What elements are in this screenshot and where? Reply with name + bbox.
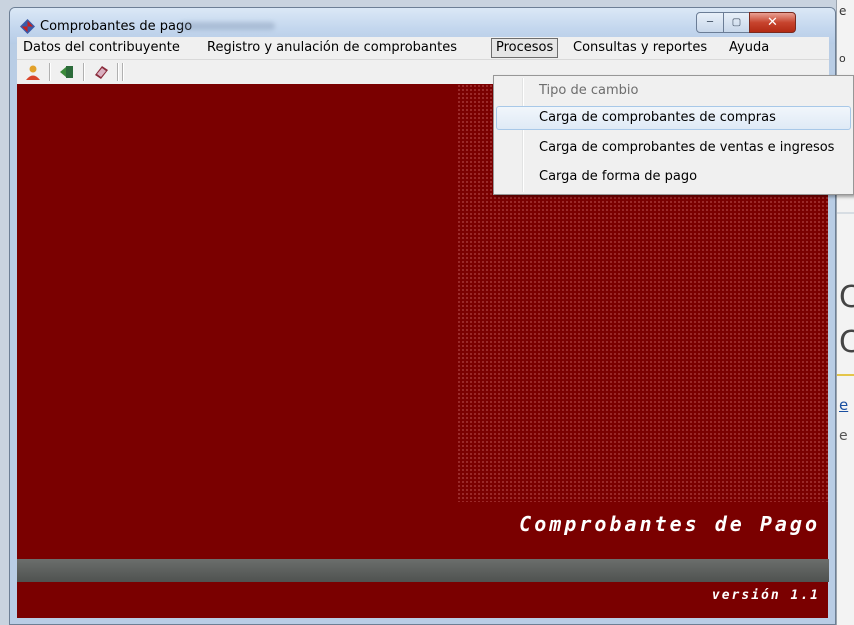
menu-item-carga-compras[interactable]: Carga de comprobantes de compras bbox=[496, 106, 851, 130]
menu-item-carga-ventas-ingresos[interactable]: Carga de comprobantes de ventas e ingres… bbox=[496, 136, 851, 160]
menu-bar: Datos del contribuyente Registro y anula… bbox=[17, 37, 829, 60]
menu-consultas-reportes[interactable]: Consultas y reportes bbox=[569, 39, 711, 57]
book-icon[interactable] bbox=[92, 63, 110, 81]
exit-icon[interactable] bbox=[58, 63, 76, 81]
close-button[interactable]: ✕ bbox=[749, 12, 796, 33]
blurred-title-suffix bbox=[180, 22, 275, 30]
menu-registro-anulacion[interactable]: Registro y anulación de comprobantes bbox=[203, 39, 461, 57]
window-title: Comprobantes de pago bbox=[40, 19, 193, 34]
maximize-icon: ▢ bbox=[731, 17, 742, 28]
menu-procesos[interactable]: Procesos bbox=[491, 38, 559, 58]
app-icon bbox=[20, 19, 35, 34]
banner-title: Comprobantes de Pago bbox=[519, 512, 820, 536]
menu-item-tipo-de-cambio[interactable]: Tipo de cambio bbox=[496, 79, 851, 103]
banner-grey-bar bbox=[17, 559, 829, 582]
menu-datos-contribuyente[interactable]: Datos del contribuyente bbox=[19, 39, 184, 57]
procesos-dropdown-menu: Tipo de cambio Carga de comprobantes de … bbox=[493, 75, 854, 195]
user-icon[interactable] bbox=[24, 63, 42, 81]
minimize-button[interactable]: ─ bbox=[696, 12, 724, 33]
close-icon: ✕ bbox=[767, 15, 778, 30]
version-label: versión 1.1 bbox=[711, 588, 820, 603]
minimize-icon: ─ bbox=[706, 17, 714, 28]
menu-ayuda[interactable]: Ayuda bbox=[725, 39, 773, 57]
maximize-button[interactable]: ▢ bbox=[723, 12, 750, 33]
menu-item-carga-forma-pago[interactable]: Carga de forma de pago bbox=[496, 165, 851, 189]
